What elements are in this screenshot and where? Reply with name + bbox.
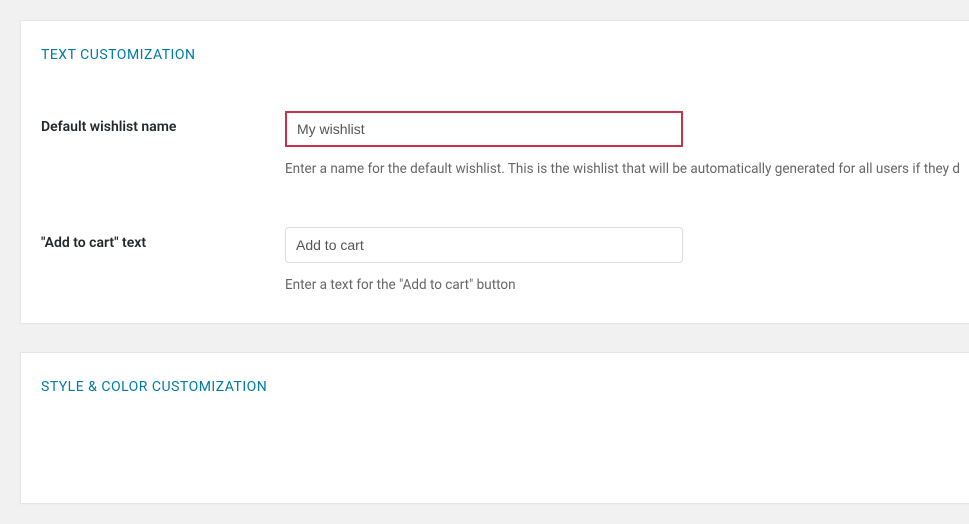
style-color-panel: STYLE & COLOR CUSTOMIZATION (20, 352, 969, 504)
field-row-add-to-cart: "Add to cart" text Enter a text for the … (41, 227, 949, 293)
text-customization-panel: TEXT CUSTOMIZATION Default wishlist name… (20, 20, 969, 324)
add-to-cart-text-input[interactable] (285, 227, 683, 263)
label-default-wishlist-name: Default wishlist name (41, 111, 285, 135)
help-add-to-cart-text: Enter a text for the "Add to cart" butto… (285, 277, 949, 293)
settings-wrapper: TEXT CUSTOMIZATION Default wishlist name… (0, 0, 969, 524)
control-default-wishlist-name: Enter a name for the default wishlist. T… (285, 111, 960, 177)
field-row-default-wishlist: Default wishlist name Enter a name for t… (41, 111, 949, 177)
label-add-to-cart-text: "Add to cart" text (41, 227, 285, 251)
section-title-style-color: STYLE & COLOR CUSTOMIZATION (41, 379, 949, 395)
section-title-text-customization: TEXT CUSTOMIZATION (41, 47, 949, 63)
default-wishlist-name-input[interactable] (285, 111, 683, 147)
help-default-wishlist-name: Enter a name for the default wishlist. T… (285, 161, 960, 177)
control-add-to-cart-text: Enter a text for the "Add to cart" butto… (285, 227, 949, 293)
